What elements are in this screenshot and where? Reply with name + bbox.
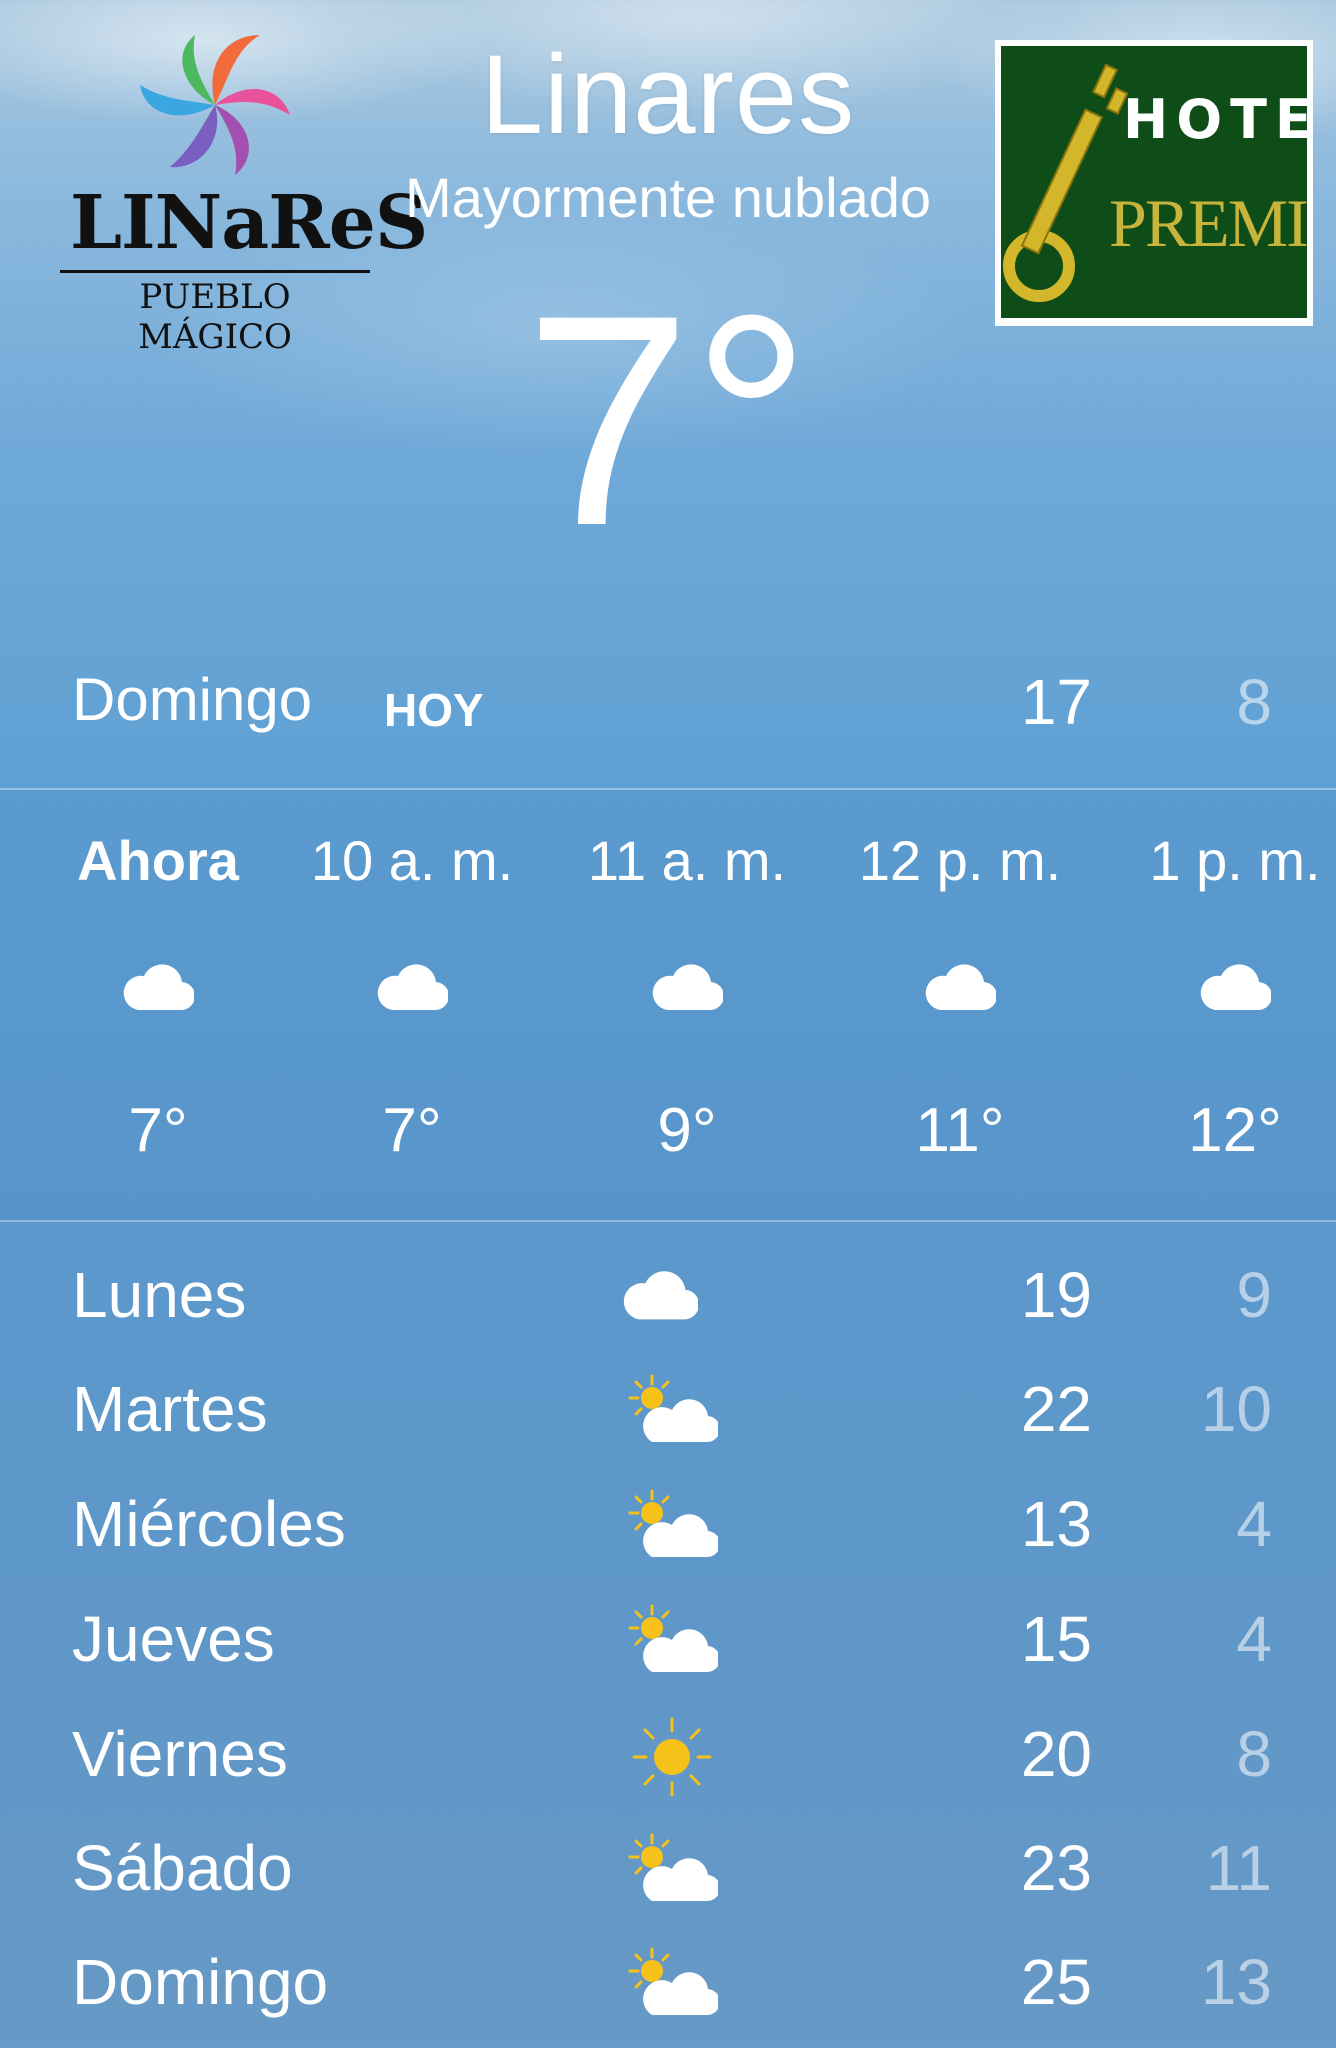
current-temperature: 7° [524,252,812,588]
today-day: Domingo [72,666,313,733]
cloud-icon [651,960,725,1016]
day-high: 23 [1020,1832,1092,1904]
hour-item: Ahora 7° [28,790,288,1220]
hour-item: 12 p. m. 11° [830,790,1090,1220]
day-low: 10 [1200,1373,1272,1445]
today-low: 8 [1236,666,1272,738]
day-low: 8 [1236,1718,1272,1790]
daily-row-domingo: Domingo 25 13 [72,1945,1272,2045]
hour-item: 1 p. m. 12° [1105,790,1336,1220]
partly-sunny-icon [622,1945,721,2025]
hour-time: Ahora [77,829,239,892]
hourly-forecast[interactable]: Ahora 7° 10 a. m. 7° 11 a. m. 9° 12 p. m… [0,790,1336,1220]
daily-row-lunes: Lunes 19 9 [72,1258,1272,1358]
hour-temp: 12° [1188,1096,1282,1165]
cloud-icon [622,1266,700,1326]
day-high: 20 [1020,1718,1092,1790]
day-low: 13 [1200,1946,1272,2018]
day-name: Miércoles [72,1488,346,1560]
daily-row-sabado: Sábado 23 11 [72,1831,1272,1931]
hour-item: 11 a. m. 9° [557,790,817,1220]
partly-sunny-icon [622,1602,721,1682]
day-name: Sábado [72,1832,293,1904]
hour-time: 12 p. m. [858,829,1062,892]
daily-row-jueves: Jueves 15 4 [72,1602,1272,1702]
cloud-icon [924,960,998,1016]
hour-temp: 9° [657,1096,717,1165]
partly-sunny-icon [622,1831,721,1911]
day-name: Domingo [72,1946,329,2018]
day-high: 19 [1020,1259,1092,1331]
day-name: Lunes [72,1259,247,1331]
today-high: 17 [1020,666,1092,738]
cloud-icon [122,960,196,1016]
day-high: 22 [1020,1373,1092,1445]
cloud-icon [376,960,450,1016]
hour-temp: 7° [382,1096,442,1165]
day-name: Martes [72,1373,268,1445]
cloud-icon [1199,960,1273,1016]
daily-row-martes: Martes 22 10 [72,1372,1272,1472]
daily-row-miercoles: Miércoles 13 4 [72,1487,1272,1587]
hour-time: 11 a. m. [587,829,787,892]
divider [0,1220,1336,1222]
day-high: 13 [1020,1488,1092,1560]
hour-temp: 7° [128,1096,188,1165]
daily-row-viernes: Viernes 20 8 [72,1717,1272,1817]
day-high: 25 [1020,1946,1092,2018]
day-name: Viernes [72,1718,288,1790]
hour-time: 10 a. m. [310,829,514,892]
hour-item: 10 a. m. 7° [282,790,542,1220]
partly-sunny-icon [622,1487,721,1567]
today-tag: HOY [384,684,484,736]
sun-icon [632,1717,712,1801]
day-high: 15 [1020,1603,1092,1675]
partly-sunny-icon [622,1372,721,1452]
day-low: 4 [1236,1488,1272,1560]
hour-temp: 11° [915,1096,1005,1165]
day-low: 4 [1236,1603,1272,1675]
day-low: 11 [1205,1832,1272,1904]
day-low: 9 [1236,1259,1272,1331]
hour-time: 1 p. m. [1149,829,1321,892]
day-name: Jueves [72,1603,275,1675]
today-row: Domingo HOY 17 8 [72,665,1272,745]
weather-condition: Mayormente nublado [404,166,932,229]
city-name: Linares [480,32,856,157]
